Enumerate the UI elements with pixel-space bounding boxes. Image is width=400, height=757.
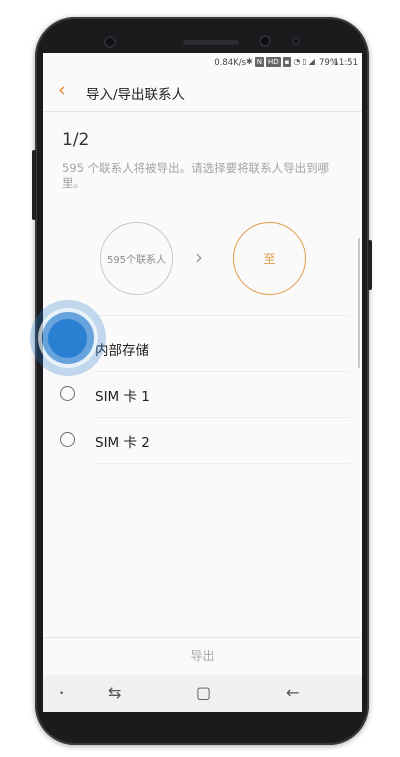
selfie-camera-icon: [259, 35, 271, 47]
sim-icon: ▪: [282, 57, 292, 67]
nfc-icon: N: [254, 57, 264, 67]
step-indicator: 1/2: [62, 130, 90, 150]
back-chevron-icon[interactable]: ‹: [58, 79, 66, 101]
radio-button[interactable]: [60, 386, 75, 401]
option-label: SIM 卡 1: [95, 389, 150, 405]
divider: [95, 315, 350, 316]
option-sim-card-1[interactable]: SIM 卡 1: [43, 371, 362, 417]
signal-icon: ◢: [308, 57, 315, 66]
vibrate-icon: ▯: [302, 57, 307, 66]
front-camera-icon: [104, 36, 116, 48]
iris-sensor-icon: [292, 37, 300, 45]
status-bar: 0.84K/s ✱ N HD ▪ ◔ ▯ ◢ 79% 11:51: [43, 53, 362, 73]
page-title: 导入/导出联系人: [86, 87, 186, 103]
target-destination-circle: 至: [233, 222, 306, 295]
export-description: 595 个联系人将被导出。请选择要将联系人导出到哪里。: [62, 161, 330, 190]
hd-icon: HD: [265, 57, 281, 67]
source-contacts-label: 595个联系人: [106, 255, 167, 266]
chevron-right-icon: ›: [195, 245, 203, 269]
export-button[interactable]: 导出: [43, 638, 362, 675]
touch-indicator-core: [48, 319, 87, 358]
recents-icon[interactable]: ⇆: [108, 683, 121, 702]
wifi-icon: ◔: [293, 57, 301, 66]
network-speed: 0.84K/s: [214, 58, 246, 68]
status-icons: ✱ N HD ▪ ◔ ▯ ◢: [246, 57, 315, 67]
divider: [95, 463, 350, 464]
home-icon[interactable]: ▢: [196, 683, 211, 702]
power-button: [368, 240, 372, 290]
bluetooth-icon: ✱: [246, 57, 253, 66]
back-arrow-icon[interactable]: ←: [286, 683, 299, 702]
target-destination-label: 至: [263, 252, 276, 266]
earpiece-speaker: [183, 40, 239, 45]
nav-indicator-dot: •: [59, 689, 65, 699]
navigation-bar: • ⇆ ▢ ←: [43, 675, 362, 712]
clock: 11:51: [333, 58, 359, 68]
screen: 0.84K/s ✱ N HD ▪ ◔ ▯ ◢ 79% 11:51 ‹ 导入/导出…: [43, 53, 362, 712]
volume-button: [32, 150, 36, 220]
app-bar: ‹ 导入/导出联系人: [43, 73, 362, 112]
source-contacts-circle: 595个联系人: [100, 222, 173, 295]
option-label: SIM 卡 2: [95, 435, 150, 451]
option-sim-card-2[interactable]: SIM 卡 2: [43, 417, 362, 463]
scrollbar[interactable]: [358, 238, 360, 368]
radio-button[interactable]: [60, 432, 75, 447]
